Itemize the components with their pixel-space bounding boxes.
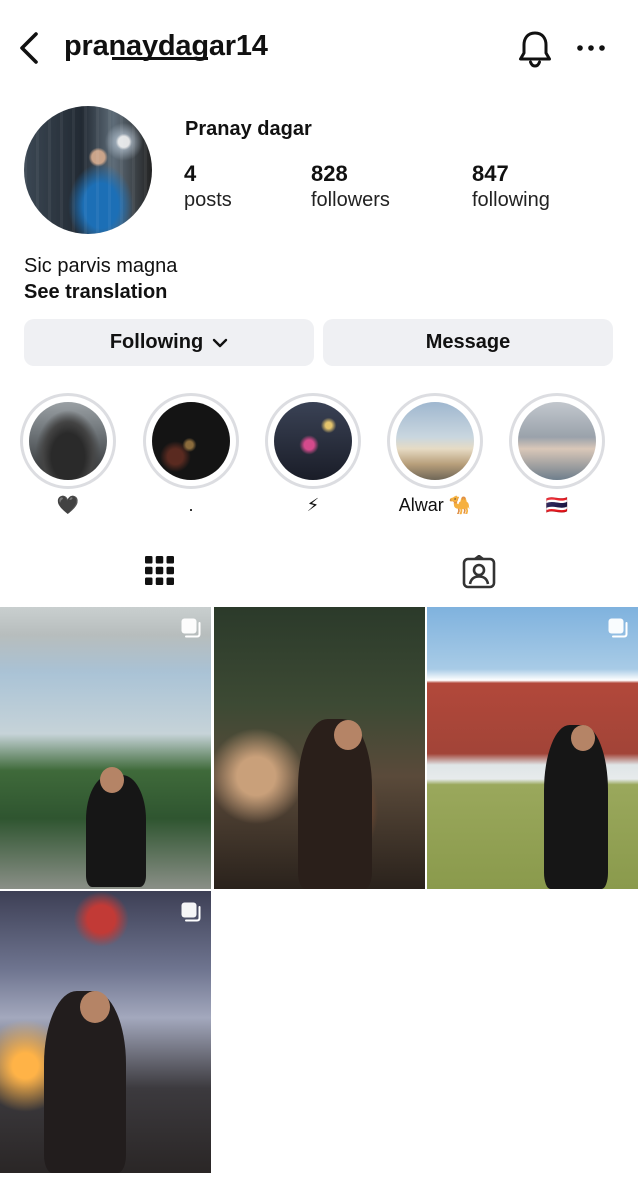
posts-count-label: posts <box>184 189 232 211</box>
post-image-figure <box>298 719 372 889</box>
bell-icon[interactable] <box>516 29 554 69</box>
post-image-figure-head <box>80 991 110 1023</box>
post-thumbnail[interactable] <box>427 607 638 889</box>
top-bar: pranaydagar14 <box>0 0 638 96</box>
multiple-photos-icon <box>181 618 201 638</box>
highlight-cover <box>274 402 352 480</box>
posts-count[interactable]: 4 posts <box>184 161 232 213</box>
display-name: Pranay dagar <box>185 118 312 140</box>
highlight-cover <box>152 402 230 480</box>
chevron-down-icon <box>212 338 228 347</box>
highlight-label: 🖤 <box>56 495 80 515</box>
post-thumbnail[interactable] <box>214 607 425 889</box>
chevron-left-icon[interactable] <box>14 30 46 66</box>
active-tab-indicator <box>112 57 208 60</box>
posts-count-value: 4 <box>184 161 197 186</box>
post-thumbnail[interactable] <box>0 891 211 1173</box>
highlight-label: . <box>188 495 194 515</box>
followers-count-value: 828 <box>311 161 348 186</box>
following-button[interactable]: Following <box>24 319 314 366</box>
profile-page: pranaydagar14 Pranay dagar 4 posts 828 f… <box>0 0 638 1199</box>
tagged-person-icon <box>462 555 496 589</box>
multiple-photos-icon <box>608 618 628 638</box>
grid-icon <box>145 556 174 585</box>
post-image-figure-head <box>571 725 595 751</box>
post-thumbnail[interactable] <box>0 607 211 889</box>
highlight-cover <box>396 402 474 480</box>
highlight-label: ⚡ <box>306 495 320 515</box>
followers-count-label: followers <box>311 189 390 211</box>
post-image-figure-head <box>100 767 124 793</box>
highlight-label: 🇹🇭 <box>545 495 569 515</box>
post-image-figure <box>544 725 608 889</box>
highlight-cover <box>29 402 107 480</box>
post-image-figure-head <box>334 720 362 750</box>
bio-text: Sic parvis magna <box>24 255 178 277</box>
following-count[interactable]: 847 following <box>472 161 550 213</box>
following-button-label: Following <box>109 331 204 353</box>
avatar[interactable] <box>24 106 152 234</box>
see-translation-link[interactable]: See translation <box>24 280 167 304</box>
message-button-label: Message <box>425 331 511 353</box>
following-count-label: following <box>472 189 550 211</box>
multiple-photos-icon <box>181 902 201 922</box>
followers-count[interactable]: 828 followers <box>311 161 390 213</box>
more-dots-icon[interactable] <box>574 36 608 60</box>
highlight-cover <box>518 402 596 480</box>
highlight-label: Alwar 🐪 <box>398 495 472 515</box>
following-count-value: 847 <box>472 161 509 186</box>
profile-tabs <box>0 545 638 605</box>
message-button[interactable]: Message <box>323 319 613 366</box>
